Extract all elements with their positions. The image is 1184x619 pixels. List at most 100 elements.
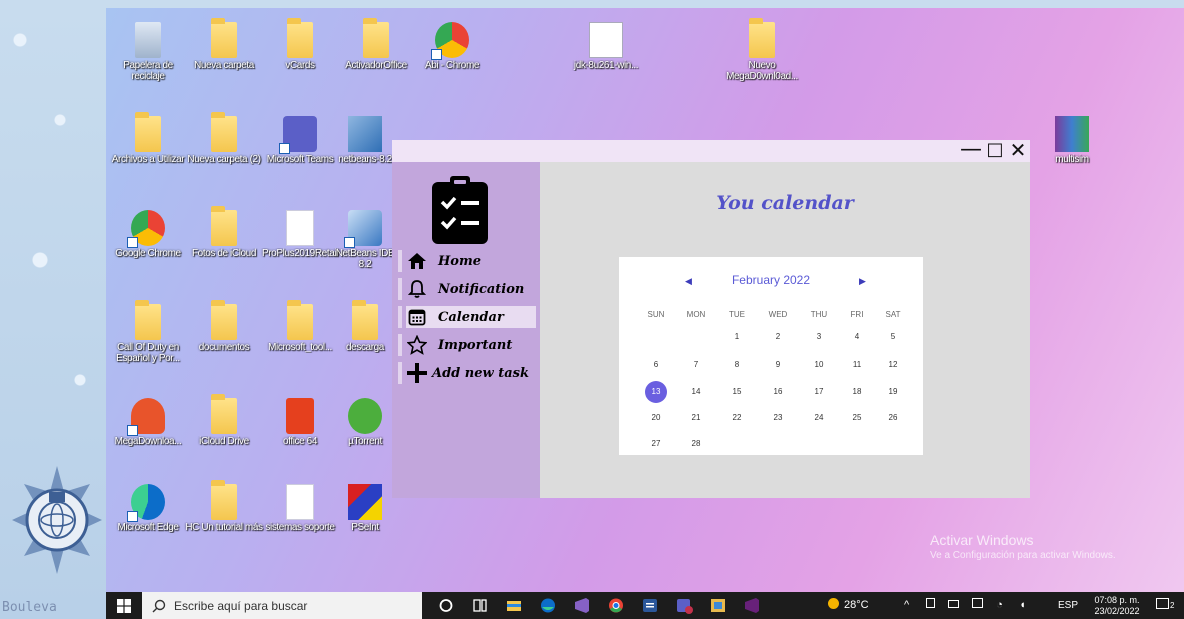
title-bar[interactable]: — □ ✕ (392, 139, 1030, 162)
battery-icon[interactable] (948, 600, 960, 608)
nav-item-add-new-task[interactable]: Add new task (406, 362, 536, 384)
pseint-icon (348, 484, 382, 520)
calendar-day[interactable]: 14 (683, 384, 709, 400)
desktop-icon-label: Fotos de iCloud (191, 248, 257, 259)
calendar-day[interactable]: 1 (724, 329, 750, 345)
desktop-icon-jdk[interactable]: jdk-8u261-win... (564, 16, 648, 71)
maximize-button[interactable]: □ (984, 140, 1006, 162)
desktop-icon-sistemas-soporte[interactable]: sistemas soporte (258, 478, 342, 533)
app-window-taskbar-icon[interactable] (708, 596, 728, 615)
teams-taskbar-icon[interactable] (674, 596, 694, 615)
display-icon[interactable] (972, 598, 984, 608)
search-icon (152, 599, 166, 612)
desktop-icon-recycle-bin[interactable]: Papelera de reciclaje (106, 16, 190, 82)
desktop-icon-activador-office[interactable]: ActivadorOffice (334, 16, 418, 71)
calendar-day-selected[interactable]: 13 (645, 381, 667, 403)
weekday-label: SUN (647, 310, 665, 319)
nav-item-home[interactable]: Home (406, 250, 536, 272)
volume-icon[interactable]: ◖ (1019, 592, 1029, 611)
cortana-icon[interactable] (436, 596, 456, 615)
calendar-day[interactable]: 9 (765, 357, 791, 373)
desktop-icon-call-of-duty[interactable]: Call Of Duty en Español y Por... (106, 298, 190, 364)
desktop-icon-netbeans-ide[interactable]: NetBeans IDE 8.2 (334, 204, 396, 270)
network-icon[interactable] (926, 598, 935, 608)
desktop-icon-microsoft-teams[interactable]: Microsoft Teams (258, 110, 342, 165)
desktop-icon-utorrent[interactable]: µTorrent (334, 392, 396, 447)
calendar-day[interactable]: 8 (724, 357, 750, 373)
desktop-icon-proplus2019[interactable]: ProPlus2019Retail (258, 204, 342, 259)
calendar-day[interactable]: 5 (880, 329, 906, 345)
chrome-taskbar-icon[interactable] (606, 596, 626, 615)
desktop-icon-nuevo-megadownload[interactable]: Nuevo MegaD0wnl0ad... (720, 16, 804, 82)
desktop-icon-archivos-a-utilizar[interactable]: Archivos a Utilizar (106, 110, 190, 165)
calendar-day[interactable]: 28 (683, 436, 709, 452)
calendar-day[interactable]: 12 (880, 357, 906, 373)
calendar-day[interactable]: 24 (806, 410, 832, 426)
show-hidden-icons-button[interactable]: ^ (904, 592, 909, 619)
visual-studio-icon[interactable] (572, 596, 592, 615)
desktop-icon-multisim[interactable]: multisim (1030, 110, 1114, 165)
search-box[interactable]: Escribe aquí para buscar (142, 592, 422, 619)
desktop-icon-fotos-icloud[interactable]: Fotos de iCloud (182, 204, 266, 259)
start-button[interactable] (106, 592, 142, 619)
notification-center-button[interactable]: 2 (1156, 592, 1178, 619)
desktop-icon-megadownload[interactable]: MegaDownloa... (106, 392, 190, 447)
calendar-day[interactable]: 6 (643, 357, 669, 373)
desktop-icon-label: Nueva carpeta (194, 60, 254, 71)
close-button[interactable]: ✕ (1007, 140, 1029, 162)
calendar-day[interactable]: 19 (880, 384, 906, 400)
desktop-icon-office-64[interactable]: office 64 (258, 392, 342, 447)
folder-icon (135, 300, 161, 340)
desktop-icon-label: sistemas soporte (265, 522, 335, 533)
desktop-icon-documentos[interactable]: documentos (182, 298, 266, 353)
next-month-button[interactable]: ▶ (859, 277, 866, 287)
desktop-icon-google-chrome[interactable]: Google Chrome (106, 204, 190, 259)
clock-time: 07:08 p. m. (1094, 595, 1140, 605)
nav-item-important[interactable]: Important (406, 334, 536, 356)
calendar-day[interactable]: 3 (806, 329, 832, 345)
file-explorer-icon[interactable] (504, 596, 524, 615)
calendar-day[interactable]: 27 (643, 436, 669, 452)
weekday-label: THU (810, 310, 828, 319)
desktop-icon-microsoft-edge[interactable]: Microsoft Edge (106, 478, 190, 533)
calendar-day[interactable]: 21 (683, 410, 709, 426)
calendar-day[interactable]: 7 (683, 357, 709, 373)
calendar-day[interactable]: 23 (765, 410, 791, 426)
desktop-icon-pseint[interactable]: PSeInt (334, 478, 396, 533)
calendar-day[interactable]: 26 (880, 410, 906, 426)
desktop-icon-nueva-carpeta-2[interactable]: Nueva carpeta (2) (182, 110, 266, 165)
calendar-day[interactable]: 11 (844, 357, 870, 373)
calendar-day[interactable]: 2 (765, 329, 791, 345)
desktop-icon-abi-chrome[interactable]: Abi - Chrome (410, 16, 494, 71)
calendar-day[interactable]: 18 (844, 384, 870, 400)
desktop-icon-microsoft-tool[interactable]: Microsoft_tool... (258, 298, 342, 353)
language-indicator[interactable]: ESP (1058, 592, 1078, 619)
desktop-icon-nueva-carpeta[interactable]: Nueva carpeta (182, 16, 266, 71)
desktop-icon-netbeans-installer[interactable]: netbeans-8.2 (334, 110, 396, 165)
calendar-day[interactable]: 17 (806, 384, 832, 400)
desktop-icon-icloud-drive[interactable]: iCloud Drive (182, 392, 266, 447)
calendar-day[interactable]: 15 (724, 384, 750, 400)
calendar-day[interactable]: 4 (844, 329, 870, 345)
calendar-day[interactable]: 10 (806, 357, 832, 373)
calendar-day[interactable]: 16 (765, 384, 791, 400)
calendar-day[interactable]: 25 (844, 410, 870, 426)
minimize-button[interactable]: — (960, 139, 982, 162)
weather-widget[interactable]: 28°C (828, 592, 869, 619)
word-icon[interactable] (640, 596, 660, 615)
clock[interactable]: 07:08 p. m. 23/02/2022 (1090, 592, 1144, 619)
calendar-day[interactable]: 20 (643, 410, 669, 426)
visual-studio-2-icon[interactable] (742, 596, 762, 615)
notification-count: 2 (1170, 601, 1175, 610)
nav-label: Important (438, 337, 513, 353)
calendar-day[interactable]: 22 (724, 410, 750, 426)
nav-item-notification[interactable]: Notification (406, 278, 536, 300)
desktop-icon-vcards[interactable]: vCards (258, 16, 342, 71)
weekday-label: TUE (729, 310, 745, 319)
edge-taskbar-icon[interactable] (538, 596, 558, 615)
wifi-icon[interactable]: ◔ (996, 592, 1006, 611)
nav-item-calendar[interactable]: Calendar (406, 306, 536, 328)
desktop-icon-descarga[interactable]: descarga (334, 298, 396, 353)
task-view-icon[interactable] (470, 596, 490, 615)
desktop-icon-hc-tutorial[interactable]: HC Un tutorial más (182, 478, 266, 533)
